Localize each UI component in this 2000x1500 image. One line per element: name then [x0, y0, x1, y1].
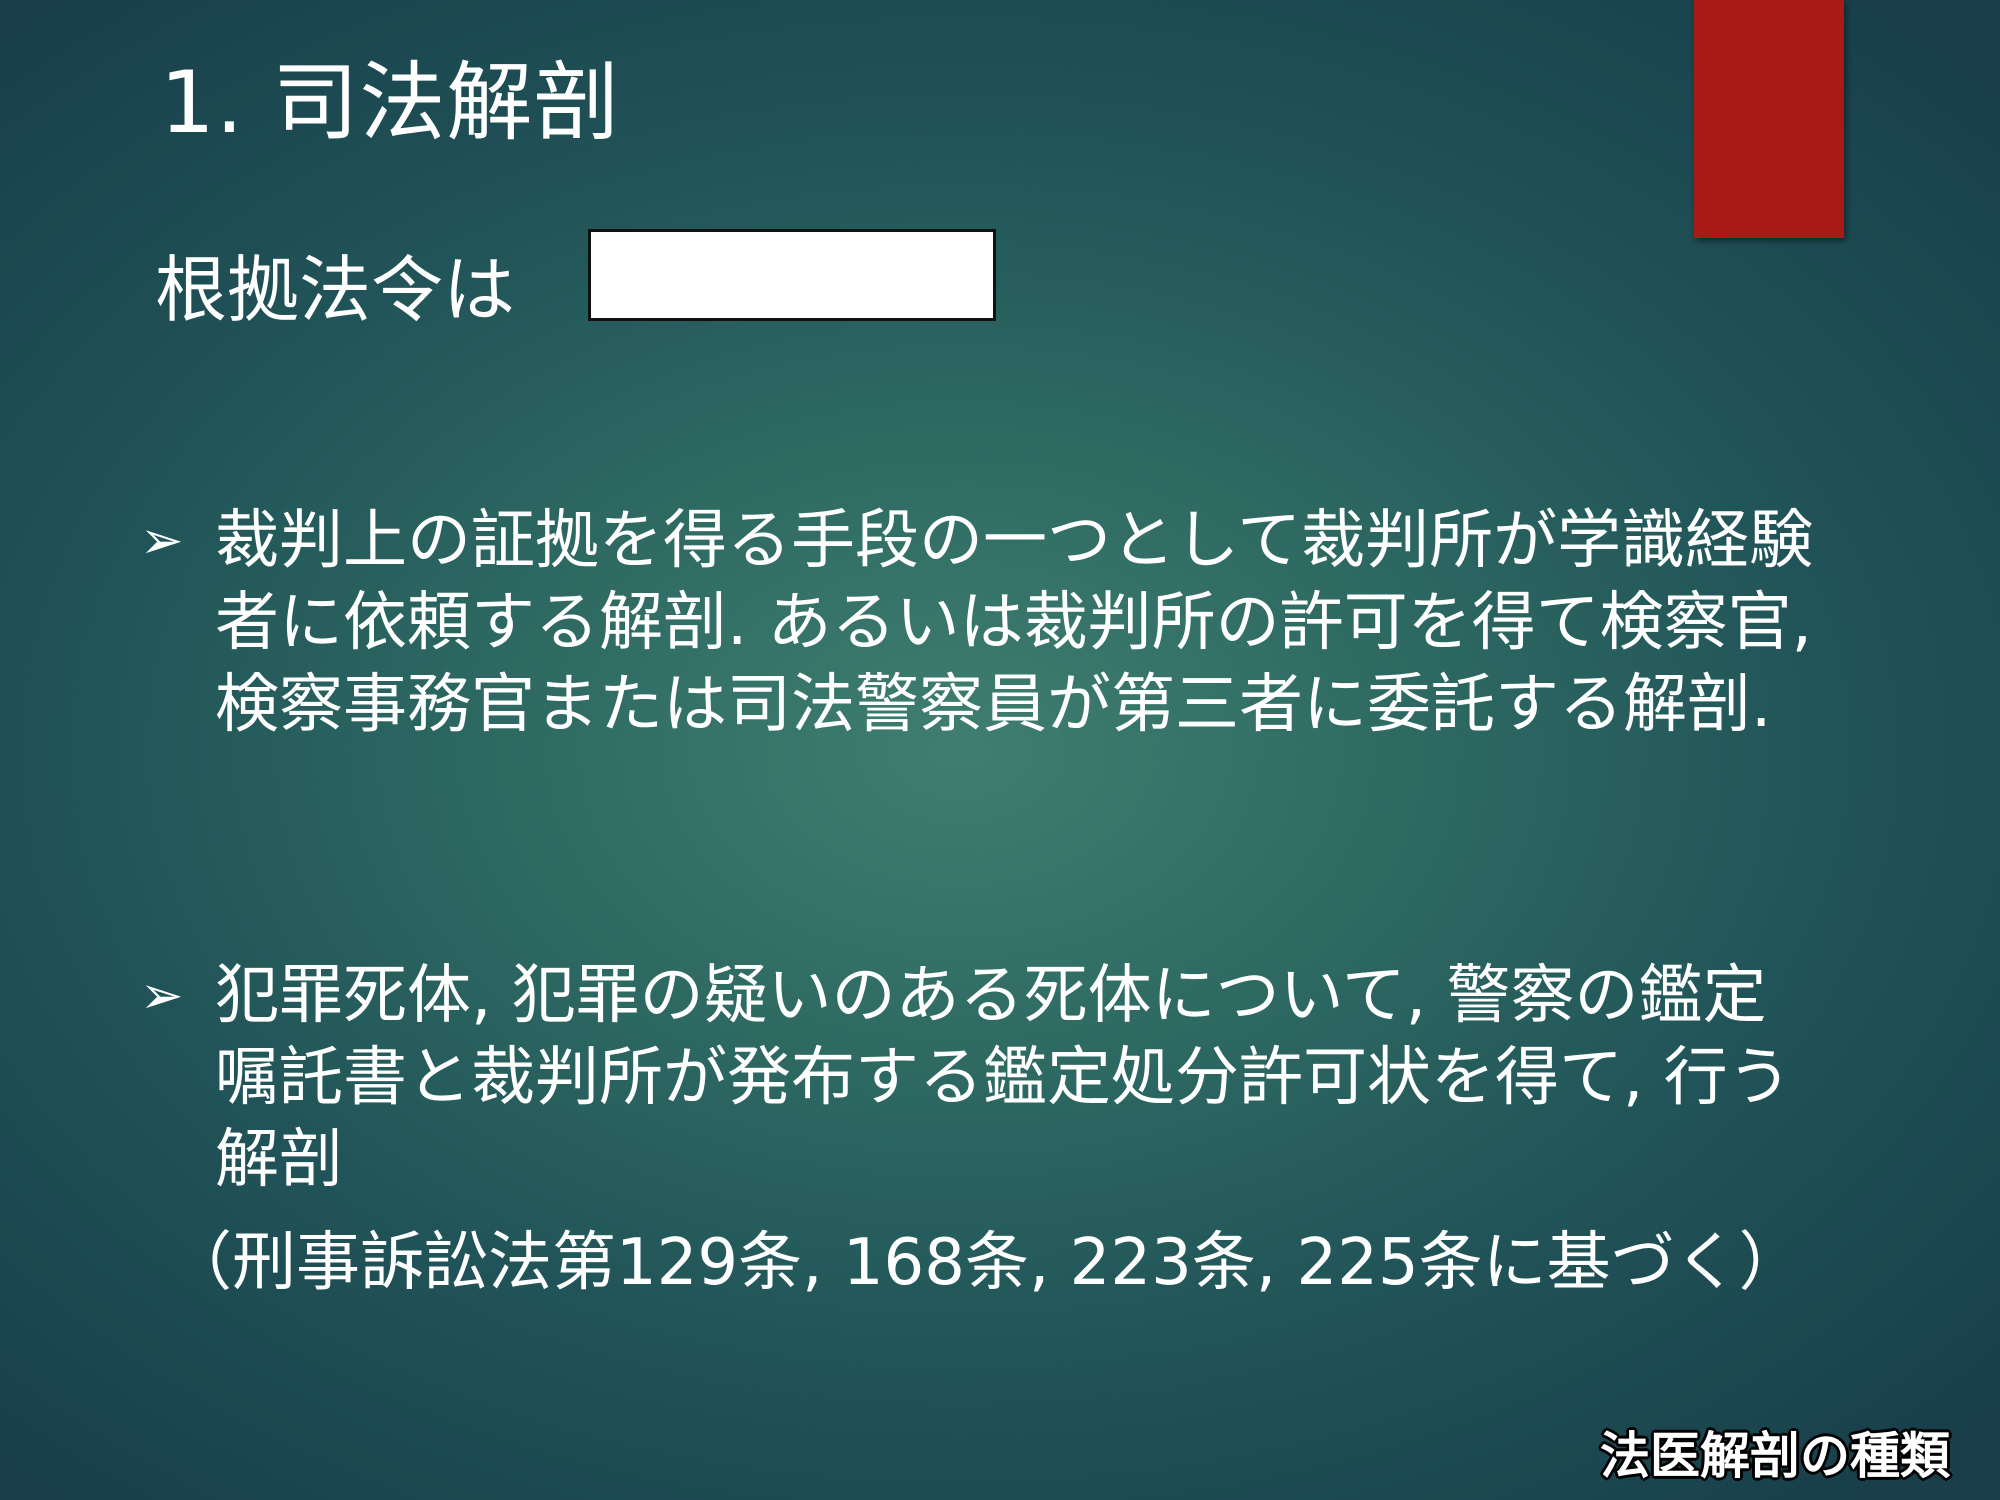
- bullet-text: 犯罪死体, 犯罪の疑いのある死体について, 警察の鑑定嘱託書と裁判所が発布する鑑…: [215, 959, 1792, 1197]
- accent-bar: [1694, 0, 1844, 238]
- footer-label: 法医解剖の種類: [1600, 1427, 1950, 1485]
- bullet-text: 裁判上の証拠を得る手段の一つとして裁判所が学識経験者に依頼する解剖. あるいは裁…: [215, 504, 1814, 742]
- arrow-bullet-icon: ➢: [140, 511, 184, 571]
- law-row: 根拠法令は: [155, 240, 515, 340]
- bullet-item: ➢ 裁判上の証拠を得る手段の一つとして裁判所が学識経験者に依頼する解剖. あるい…: [140, 500, 1860, 746]
- bullet-item: ➢ 犯罪死体, 犯罪の疑いのある死体について, 警察の鑑定嘱託書と裁判所が発布す…: [140, 955, 1860, 1201]
- law-label: 根拠法令は: [155, 248, 516, 332]
- law-citation: （刑事訴訟法第129条, 168条, 223条, 225条に基づく）: [168, 1226, 1803, 1300]
- slide: 1. 司法解剖 根拠法令は ➢ 裁判上の証拠を得る手段の一つとして裁判所が学識経…: [0, 0, 2000, 1500]
- answer-box: [588, 229, 996, 321]
- slide-title: 1. 司法解剖: [160, 53, 621, 153]
- arrow-bullet-icon: ➢: [140, 966, 184, 1026]
